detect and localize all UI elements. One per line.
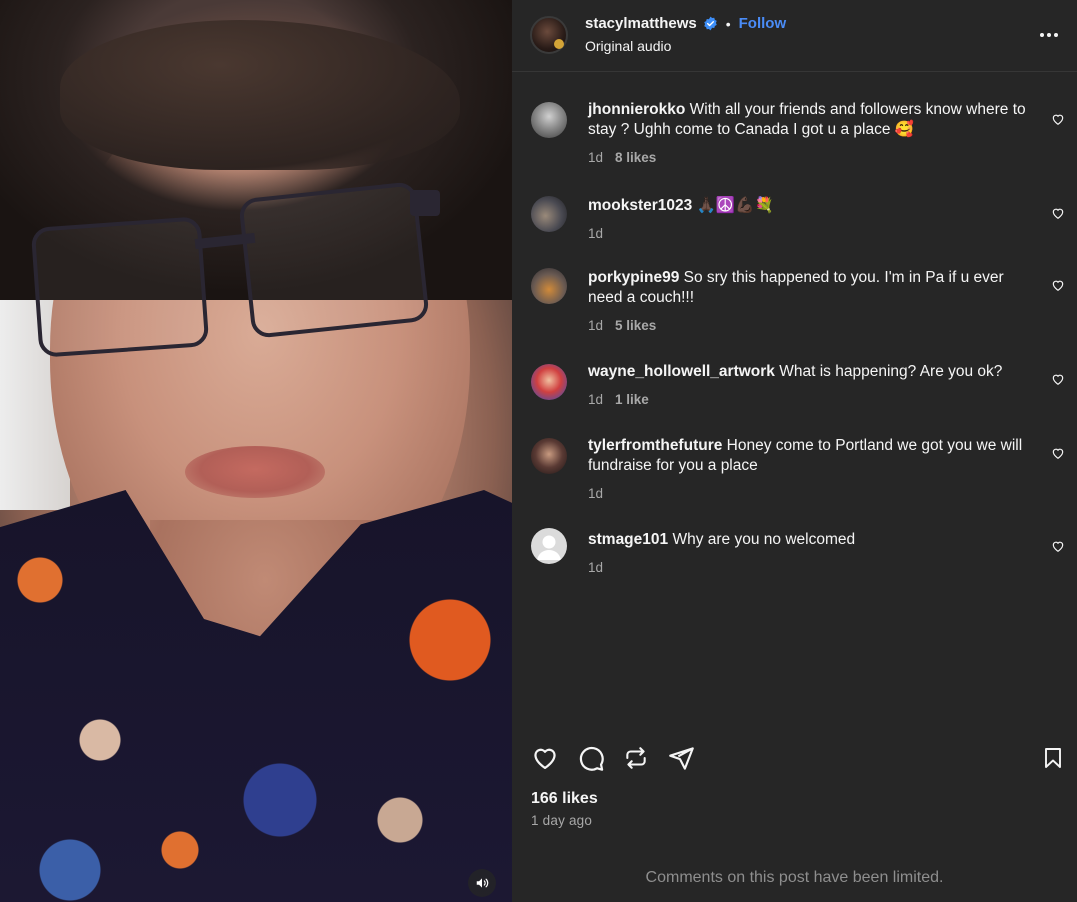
heart-icon[interactable] xyxy=(1051,112,1065,126)
comment-meta: 1d 8 likes xyxy=(588,148,1040,168)
commenter-username[interactable]: wayne_hollowell_artwork xyxy=(588,363,775,380)
comment-likes[interactable]: 1 like xyxy=(615,390,649,410)
like-button[interactable] xyxy=(530,743,560,773)
comment-time: 1d xyxy=(588,560,604,575)
commenter-username[interactable]: tylerfromthefuture xyxy=(588,437,722,454)
speaker-icon xyxy=(476,878,489,888)
bookmark-icon xyxy=(1045,748,1061,768)
glasses-left-lens xyxy=(30,216,210,358)
heart-icon[interactable] xyxy=(1051,206,1065,220)
commenter-avatar[interactable] xyxy=(531,196,567,232)
comment-meta: 1d 5 likes xyxy=(588,316,1040,336)
person-lips xyxy=(185,446,325,498)
glasses-arm xyxy=(410,190,440,216)
comment-time: 1d xyxy=(588,318,604,333)
post-panel: stacylmatthews • Follow Original audio j… xyxy=(512,0,1077,902)
commenter-avatar[interactable] xyxy=(531,438,567,474)
separator-dot: • xyxy=(725,15,731,32)
follow-button[interactable]: Follow xyxy=(739,15,787,32)
default-avatar-icon xyxy=(537,535,561,560)
comment-meta: 1d xyxy=(588,484,1040,504)
more-dot xyxy=(1054,33,1058,37)
comment-body: stmage101 Why are you no welcomed 1d xyxy=(588,530,1040,578)
comment-meta: 1d xyxy=(588,558,1040,578)
send-icon xyxy=(668,746,694,770)
comment-text: Why are you no welcomed xyxy=(672,531,856,548)
comment-time: 1d xyxy=(588,226,604,241)
author-line: stacylmatthews • Follow xyxy=(585,15,786,32)
commenter-username[interactable]: jhonnierokko xyxy=(588,101,685,118)
reel-video[interactable] xyxy=(0,0,512,902)
commenter-username[interactable]: stmage101 xyxy=(588,531,668,548)
commenter-username[interactable]: mookster1023 xyxy=(588,197,692,214)
comment-body: tylerfromthefuture Honey come to Portlan… xyxy=(588,436,1040,504)
save-button[interactable] xyxy=(1038,743,1068,773)
comment-meta: 1d 1 like xyxy=(588,390,1040,410)
comment-body: porkypine99 So sry this happened to you.… xyxy=(588,268,1040,336)
author-username[interactable]: stacylmatthews xyxy=(585,15,697,32)
more-horizontal-icon xyxy=(1040,33,1044,37)
audio-link[interactable]: Original audio xyxy=(585,38,671,54)
post-header: stacylmatthews • Follow Original audio xyxy=(512,0,1077,72)
comment-body: mookster1023 🙏🏿☮️💪🏿💐 1d xyxy=(588,196,1040,244)
repost-button[interactable] xyxy=(621,743,651,773)
heart-icon[interactable] xyxy=(1051,446,1065,460)
more-dot xyxy=(1047,33,1051,37)
commenter-avatar[interactable] xyxy=(531,268,567,304)
comment-text: What is happening? Are you ok? xyxy=(779,363,1003,380)
post-like-count[interactable]: 166 likes xyxy=(531,790,598,808)
heart-icon[interactable] xyxy=(1051,539,1065,553)
comments-limited-notice: Comments on this post have been limited. xyxy=(645,868,944,886)
comment-time: 1d xyxy=(588,486,604,501)
verified-badge-icon xyxy=(703,16,718,31)
comment-body: jhonnierokko With all your friends and f… xyxy=(588,100,1040,168)
post-date[interactable]: 1 day ago xyxy=(531,813,592,828)
commenter-username[interactable]: porkypine99 xyxy=(588,269,679,286)
heart-icon[interactable] xyxy=(1051,372,1065,386)
comment-icon xyxy=(579,746,604,771)
share-button[interactable] xyxy=(666,743,696,773)
comment-time: 1d xyxy=(588,392,604,407)
glasses-right-lens xyxy=(238,181,430,339)
commenter-avatar[interactable] xyxy=(531,528,567,564)
comment-text: 🙏🏿☮️💪🏿💐 xyxy=(696,197,774,214)
commenter-avatar[interactable] xyxy=(531,102,567,138)
comment-body: wayne_hollowell_artwork What is happenin… xyxy=(588,362,1040,410)
comment-likes[interactable]: 8 likes xyxy=(615,148,656,168)
heart-icon[interactable] xyxy=(1051,278,1065,292)
comment-limit-bar: Comments on this post have been limited. xyxy=(512,852,1077,902)
comment-button[interactable] xyxy=(576,743,606,773)
comment-likes[interactable]: 5 likes xyxy=(615,316,656,336)
repost-icon xyxy=(626,747,646,769)
comment-meta: 1d xyxy=(588,224,1040,244)
commenter-avatar[interactable] xyxy=(531,364,567,400)
heart-icon xyxy=(534,748,556,770)
author-avatar[interactable] xyxy=(530,16,568,54)
audio-toggle-button[interactable] xyxy=(468,869,496,897)
more-options-button[interactable] xyxy=(1037,25,1061,45)
post-actions xyxy=(512,740,1077,780)
comment-time: 1d xyxy=(588,150,604,165)
